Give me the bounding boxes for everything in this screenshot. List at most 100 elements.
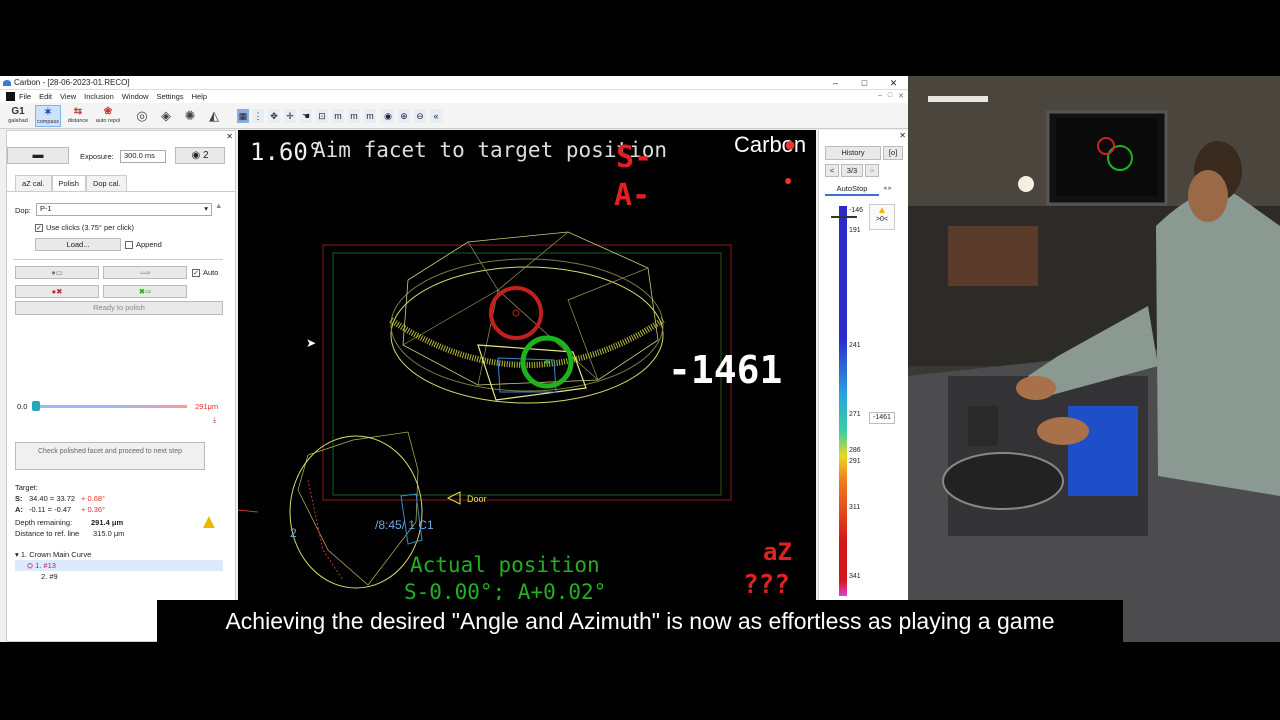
use-clicks-checkbox[interactable]: ✓ Use clicks (3.75° per click): [35, 223, 134, 233]
distance-tool-button[interactable]: ⇆ distance: [65, 105, 91, 127]
menu-view[interactable]: View: [60, 92, 76, 101]
checkbox-unchecked-icon: [125, 241, 133, 250]
mark-icon[interactable]: m: [332, 109, 344, 123]
panel-close-icon[interactable]: ✕: [899, 131, 906, 140]
chevron-down-icon: ▾: [204, 204, 208, 213]
auto-repol-tool-button[interactable]: ❀ auto repol: [95, 105, 121, 127]
auto-checkbox[interactable]: ✓ Auto: [192, 268, 218, 278]
reset-forward-button[interactable]: ✖⇨: [103, 285, 187, 298]
menu-edit[interactable]: Edit: [39, 92, 52, 101]
measure-icon[interactable]: ⊡: [316, 109, 328, 123]
checkbox-checked-icon: ✓: [35, 224, 43, 233]
mdi-close-button[interactable]: ✕: [898, 92, 904, 100]
history-page: 3/3: [841, 164, 863, 177]
depth-slider-handle[interactable]: [32, 401, 40, 411]
dop-label: Dop:: [15, 206, 31, 215]
tab-dop-cal[interactable]: Dop cal.: [85, 175, 128, 191]
minimize-button[interactable]: –: [821, 76, 850, 90]
download-icon[interactable]: ⤓: [213, 415, 216, 425]
tab-az-cal[interactable]: aZ cal.: [15, 175, 52, 191]
panel-close-icon[interactable]: ✕: [226, 132, 233, 141]
compass-tool-button[interactable]: ✶ compass: [35, 105, 61, 127]
mdi-minimize-button[interactable]: –: [878, 92, 882, 100]
depth-slider-track[interactable]: [37, 405, 187, 408]
checkbox-checked-icon: ✓: [192, 269, 200, 278]
dop-select[interactable]: P-1 ▾: [36, 203, 212, 216]
history-prev-button[interactable]: <: [825, 164, 839, 177]
facet-canvas[interactable]: 1.60° Aim facet to target position Carbo…: [238, 130, 816, 642]
facet-tree: ▾ 1. Crown Main Curve ⛭ 1. #13 2. #9: [15, 549, 223, 582]
galahad-tool-button[interactable]: G1 galahad: [5, 105, 31, 127]
exposure-input[interactable]: 300.0 ms: [120, 150, 166, 163]
menu-help[interactable]: Help: [192, 92, 207, 101]
tab-scroll-icon[interactable]: ◂ ▸: [883, 184, 892, 192]
step-forward-button[interactable]: ⟹: [103, 266, 187, 279]
warning-icon: ▲: [199, 511, 219, 533]
compass-icon: ✶: [43, 107, 53, 118]
history-next-button[interactable]: >: [865, 164, 879, 177]
tab-autostop[interactable]: AutoStop: [825, 182, 879, 196]
mark-alt-icon[interactable]: m: [348, 109, 360, 123]
target-label: Target:: [15, 483, 38, 492]
depth-color-scale: [839, 206, 847, 596]
distance-label: Distance to ref. line: [15, 529, 80, 538]
tree-root[interactable]: ▾ 1. Crown Main Curve: [15, 549, 223, 560]
s-direction-indicator: S-: [616, 140, 653, 175]
mark-disabled-icon[interactable]: m: [364, 109, 376, 123]
divider: [13, 259, 223, 260]
slider-max-label: 291μm: [195, 402, 219, 411]
load-button[interactable]: Load...: [35, 238, 121, 251]
camera-icon: ▬: [32, 149, 44, 161]
history-button[interactable]: History: [825, 146, 881, 160]
pan-icon[interactable]: ✛: [284, 109, 296, 123]
exposure-label: Exposure:: [80, 152, 114, 161]
view-mode-icon[interactable]: ▦: [237, 109, 249, 123]
pavilion-shape-icon[interactable]: ◭: [205, 108, 223, 124]
menu-file[interactable]: File: [19, 92, 31, 101]
eye-icon[interactable]: ◉: [382, 109, 394, 123]
vertical-dots-icon[interactable]: ⋮: [252, 109, 264, 123]
collapse-up-icon[interactable]: ▲: [215, 201, 222, 210]
zoom-in-icon[interactable]: ⊕: [398, 109, 410, 123]
menu-window[interactable]: Window: [122, 92, 149, 101]
target-s-delta: + 0.68°: [81, 494, 106, 503]
slider-min-label: 0.0: [17, 402, 28, 411]
maximize-button[interactable]: □: [850, 76, 879, 90]
distance-value: 315.0 μm: [93, 529, 125, 538]
calibration-tabs: aZ cal. Polish Dop cal.: [15, 175, 128, 192]
tree-item[interactable]: 2. #9: [15, 571, 223, 582]
logo-dot-icon: ●: [784, 134, 797, 156]
append-checkbox[interactable]: Append: [125, 240, 162, 250]
video-subtitle: Achieving the desired "Angle and Azimuth…: [157, 600, 1123, 642]
move-icon[interactable]: ✥: [268, 109, 280, 123]
scale-tick: 286: [849, 447, 861, 454]
crown-facets: [402, 231, 659, 386]
mdi-restore-button[interactable]: □: [888, 92, 892, 100]
round-shape-icon[interactable]: ◎: [133, 108, 151, 124]
zoom-out-icon[interactable]: ⊖: [414, 109, 426, 123]
menu-app-icon: [6, 92, 15, 101]
close-button[interactable]: ✕: [879, 76, 908, 90]
scale-tick: 241: [849, 342, 861, 349]
tree-item-selected[interactable]: ⛭ 1. #13: [15, 560, 223, 571]
rewind-icon[interactable]: «: [430, 109, 442, 123]
step-back-button[interactable]: ●▭: [15, 266, 99, 279]
hand-icon[interactable]: ☚: [300, 109, 312, 123]
diamond-shape-icon[interactable]: ◈: [157, 108, 175, 124]
brilliant-shape-icon[interactable]: ✺: [181, 108, 199, 124]
menu-inclusion[interactable]: Inclusion: [84, 92, 114, 101]
target-a-delta: + 0.36°: [81, 505, 106, 514]
dial-cross-icon: ●✖: [51, 287, 63, 296]
check-polished-facet-button[interactable]: Check polished facet and proceed to next…: [15, 442, 205, 470]
actual-position-label: Actual position: [410, 553, 600, 577]
camera-button[interactable]: ▬: [7, 147, 69, 164]
angle-readout: 1.60°: [250, 138, 323, 166]
menu-settings[interactable]: Settings: [156, 92, 183, 101]
mouse-cursor-icon: ➤: [306, 336, 317, 350]
reset-back-button[interactable]: ●✖: [15, 285, 99, 298]
tab-polish[interactable]: Polish: [51, 175, 86, 192]
ready-to-polish-button[interactable]: Ready to polish: [15, 301, 223, 315]
bracket-button[interactable]: [o]: [883, 146, 903, 160]
camera-switch-button[interactable]: ◉ 2: [175, 147, 225, 164]
girdle-band: [389, 317, 665, 368]
